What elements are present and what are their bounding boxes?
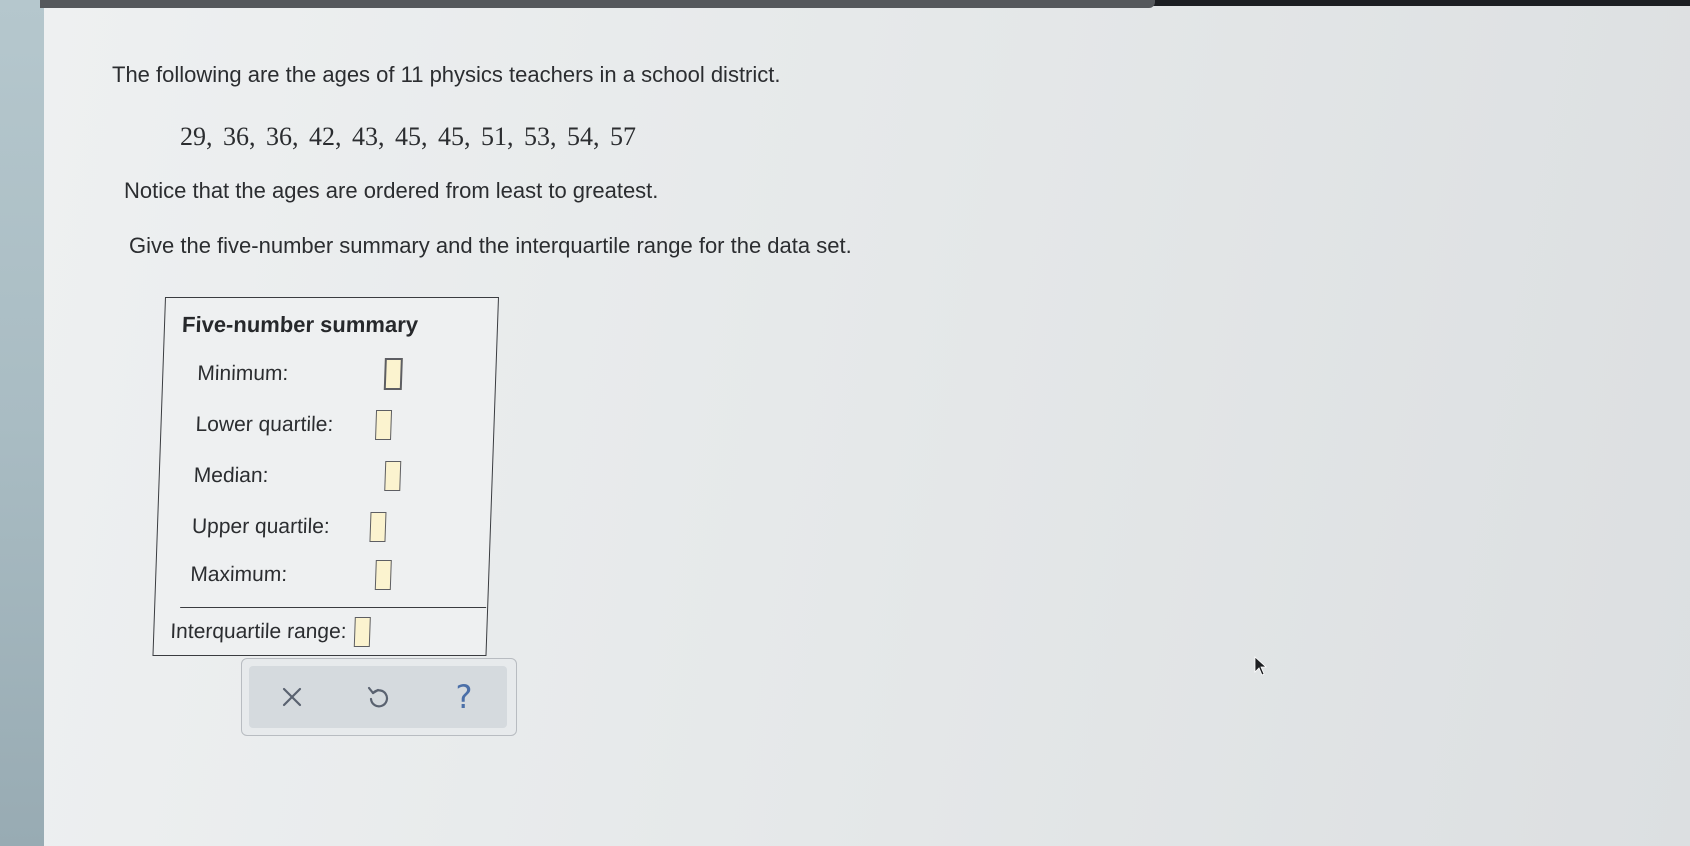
toolbar-inner: ?	[249, 666, 507, 728]
five-number-summary-table: Five-number summary Minimum: Lower quart…	[152, 297, 499, 656]
minimum-label: Minimum:	[196, 362, 289, 385]
upper-quartile-row: Upper quartile:	[191, 512, 387, 542]
help-icon: ?	[455, 678, 473, 716]
lower-quartile-row: Lower quartile:	[195, 410, 392, 440]
median-row: Median:	[193, 461, 401, 491]
undo-button[interactable]	[353, 672, 403, 722]
iqr-input[interactable]	[354, 617, 372, 647]
lower-quartile-input[interactable]	[374, 410, 392, 440]
maximum-label: Maximum:	[189, 563, 288, 586]
top-bar	[40, 0, 1155, 8]
clear-button[interactable]	[267, 672, 317, 722]
close-icon	[282, 687, 302, 707]
median-input[interactable]	[383, 461, 401, 491]
notice-text: Notice that the ages are ordered from le…	[124, 178, 659, 203]
iqr-label: Interquartile range:	[169, 620, 348, 643]
maximum-input[interactable]	[374, 560, 392, 590]
upper-quartile-label: Upper quartile:	[191, 515, 331, 538]
table-title: Five-number summary	[181, 312, 419, 337]
maximum-row: Maximum:	[190, 560, 392, 590]
lower-quartile-label: Lower quartile:	[195, 413, 334, 436]
undo-icon	[367, 686, 389, 708]
iqr-divider	[180, 607, 487, 608]
help-button[interactable]: ?	[439, 672, 489, 722]
instruction-text: Give the five-number summary and the int…	[129, 233, 852, 258]
problem-intro: The following are the ages of 11 physics…	[112, 62, 781, 87]
iqr-row: Interquartile range:	[169, 617, 372, 647]
upper-quartile-input[interactable]	[369, 512, 387, 542]
minimum-row: Minimum:	[197, 358, 403, 390]
answer-toolbar: ?	[241, 658, 517, 736]
mouse-cursor-icon	[1254, 656, 1268, 676]
median-label: Median:	[193, 464, 269, 487]
minimum-input[interactable]	[383, 358, 403, 390]
data-values: 29, 36, 36, 42, 43, 45, 45, 51, 53, 54, …	[180, 122, 636, 151]
